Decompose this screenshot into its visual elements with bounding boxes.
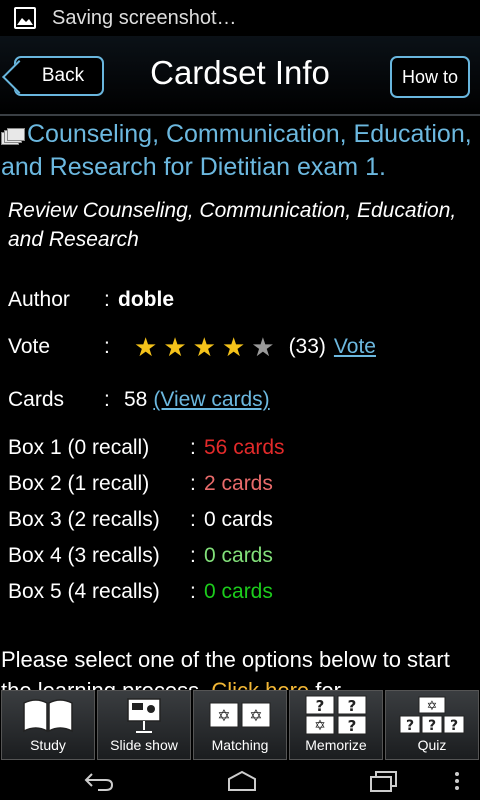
box-count: 56 cards [204, 436, 285, 459]
box-label: Box 3 (2 recalls) [8, 508, 160, 531]
box-row: Box 4 (3 recalls):0 cards [8, 544, 273, 568]
box-label: Box 4 (3 recalls) [8, 544, 160, 567]
vote-row: Vote : ★ ★ ★ ★ ★ (33) Vote [8, 334, 376, 360]
box-colon: : [190, 544, 196, 567]
status-bar: Saving screenshot… [0, 0, 480, 36]
star-filled-icon: ★ [134, 332, 158, 362]
book-icon [22, 695, 74, 735]
study-label: Study [30, 737, 66, 753]
slide-show-label: Slide show [110, 737, 178, 753]
svg-text:?: ? [316, 697, 325, 715]
author-label: Author [8, 288, 70, 311]
menu-nav-icon[interactable] [452, 770, 462, 792]
matching-button[interactable]: ✡ ✡ Matching [193, 690, 287, 760]
vote-count: (33) [288, 335, 326, 358]
svg-text:✡: ✡ [249, 706, 262, 725]
box-colon: : [190, 508, 196, 531]
box-row: Box 1 (0 recall):56 cards [8, 436, 285, 460]
box-count: 0 cards [204, 580, 273, 603]
how-to-button[interactable]: How to [390, 56, 470, 98]
image-icon [14, 7, 36, 29]
memorize-label: Memorize [305, 737, 367, 753]
author-row: Author : doble [8, 288, 174, 312]
svg-text:?: ? [348, 717, 357, 735]
view-cards-link[interactable]: (View cards) [153, 388, 269, 412]
box-colon: : [190, 472, 196, 495]
star-filled-icon: ★ [163, 332, 187, 362]
quiz-label: Quiz [417, 737, 447, 753]
bottom-toolbar: Study Slide show ✡ ✡ Matching ?? ✡? Memori… [0, 690, 480, 762]
box-row: Box 2 (1 recall):2 cards [8, 472, 273, 496]
box-row: Box 3 (2 recalls):0 cards [8, 508, 273, 532]
back-nav-icon[interactable] [84, 770, 114, 792]
svg-text:?: ? [406, 718, 414, 734]
star-empty-icon: ★ [251, 332, 275, 362]
recent-apps-icon[interactable] [368, 770, 398, 792]
box-count: 0 cards [204, 508, 273, 531]
svg-text:?: ? [348, 697, 357, 715]
box-colon: : [190, 580, 196, 603]
quiz-button[interactable]: ✡??? Quiz [385, 690, 479, 760]
slideshow-icon [125, 695, 163, 735]
slide-show-button[interactable]: Slide show [97, 690, 191, 760]
home-nav-icon[interactable] [226, 770, 258, 792]
box-label: Box 2 (1 recall) [8, 472, 150, 495]
system-nav-bar [0, 762, 480, 800]
click-here-link[interactable]: Click here [211, 678, 309, 690]
cards-row: Cards : 58 (View cards) [8, 388, 270, 412]
box-count: 2 cards [204, 472, 273, 495]
vote-colon: : [104, 335, 110, 358]
study-button[interactable]: Study [1, 690, 95, 760]
status-text: Saving screenshot… [52, 6, 237, 29]
svg-text:?: ? [428, 718, 436, 734]
header: Back Cardset Info How to [0, 36, 480, 116]
box-colon: : [190, 436, 196, 459]
author-name: doble [118, 288, 174, 311]
rating-stars: ★ ★ ★ ★ ★ [134, 334, 281, 360]
cardset-title: Counseling, Communication, Education, an… [1, 118, 480, 184]
cards-colon: : [104, 388, 110, 411]
instruction-text: Please select one of the options below t… [1, 644, 471, 690]
cards-count: 58 [124, 388, 148, 411]
cardset-info: Counseling, Communication, Education, an… [0, 116, 480, 690]
instruction-tail: for [309, 678, 341, 690]
vote-link[interactable]: Vote [334, 335, 376, 359]
cardset-title-text: Counseling, Communication, Education, an… [1, 120, 472, 181]
matching-icon: ✡ ✡ [209, 695, 271, 735]
cards-label: Cards [8, 388, 65, 411]
star-filled-icon: ★ [192, 332, 216, 362]
svg-text:✡: ✡ [217, 706, 230, 725]
box-row: Box 5 (4 recalls):0 cards [8, 580, 273, 604]
memorize-icon: ?? ✡? [305, 695, 367, 735]
svg-text:✡: ✡ [314, 718, 326, 734]
box-count: 0 cards [204, 544, 273, 567]
cards-icon [1, 128, 25, 145]
author-colon: : [104, 288, 110, 311]
memorize-button[interactable]: ?? ✡? Memorize [289, 690, 383, 760]
cardset-description: Review Counseling, Communication, Educat… [8, 199, 457, 251]
svg-text:?: ? [450, 718, 458, 734]
quiz-icon: ✡??? [399, 695, 465, 735]
svg-text:✡: ✡ [427, 699, 438, 714]
vote-label: Vote [8, 335, 51, 358]
matching-label: Matching [211, 737, 269, 753]
box-label: Box 5 (4 recalls) [8, 580, 160, 603]
box-label: Box 1 (0 recall) [8, 436, 150, 459]
star-filled-icon: ★ [221, 332, 246, 362]
back-button[interactable]: Back [14, 56, 104, 96]
